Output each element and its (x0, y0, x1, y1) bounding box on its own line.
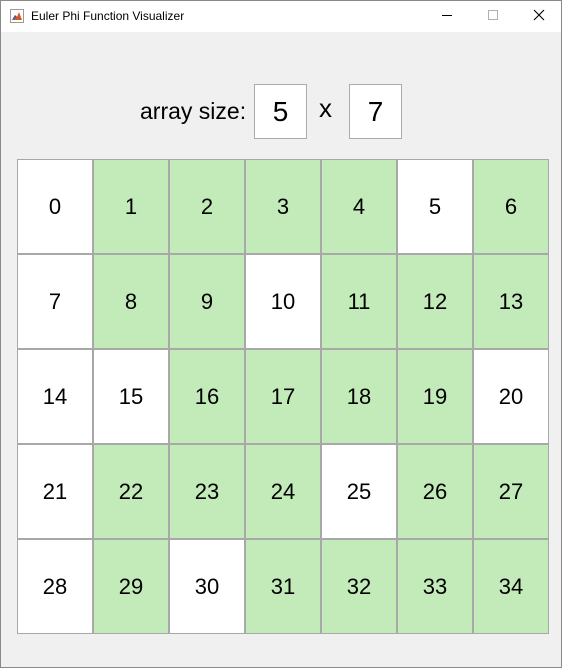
title-bar[interactable]: Euler Phi Function Visualizer (1, 1, 561, 32)
grid-cell[interactable]: 30 (169, 539, 245, 634)
grid-cell[interactable]: 32 (321, 539, 397, 634)
array-size-label: array size: (140, 98, 247, 124)
maximize-button[interactable] (470, 1, 516, 32)
matlab-icon (10, 9, 24, 23)
grid-cell[interactable]: 2 (169, 159, 245, 254)
size-separator: x (319, 93, 332, 123)
grid-cell[interactable]: 0 (17, 159, 93, 254)
grid-cell[interactable]: 34 (473, 539, 549, 634)
cols-input[interactable]: 7 (349, 84, 402, 139)
grid-cell[interactable]: 16 (169, 349, 245, 444)
close-icon (533, 8, 545, 26)
grid-cell[interactable]: 31 (245, 539, 321, 634)
maximize-icon (487, 8, 499, 26)
grid-cell[interactable]: 12 (397, 254, 473, 349)
number-grid: 0 1 2 3 4 5 6 7 8 9 10 11 12 13 14 15 16 17 18 19 20 21 22 23 24… (17, 159, 549, 635)
grid-cell[interactable]: 19 (397, 349, 473, 444)
grid-cell[interactable]: 7 (17, 254, 93, 349)
rows-input[interactable]: 5 (254, 84, 307, 139)
grid-cell[interactable]: 28 (17, 539, 93, 634)
grid-cell[interactable]: 20 (473, 349, 549, 444)
grid-cell[interactable]: 17 (245, 349, 321, 444)
grid-cell[interactable]: 8 (93, 254, 169, 349)
close-button[interactable] (516, 1, 562, 32)
minimize-icon (441, 8, 453, 26)
grid-cell[interactable]: 11 (321, 254, 397, 349)
grid-cell[interactable]: 27 (473, 444, 549, 539)
grid-cell[interactable]: 18 (321, 349, 397, 444)
grid-cell[interactable]: 9 (169, 254, 245, 349)
grid-cell[interactable]: 33 (397, 539, 473, 634)
grid-cell[interactable]: 13 (473, 254, 549, 349)
grid-cell[interactable]: 10 (245, 254, 321, 349)
grid-cell[interactable]: 26 (397, 444, 473, 539)
grid-cell[interactable]: 15 (93, 349, 169, 444)
grid-cell[interactable]: 1 (93, 159, 169, 254)
grid-cell[interactable]: 29 (93, 539, 169, 634)
grid-cell[interactable]: 22 (93, 444, 169, 539)
grid-cell[interactable]: 23 (169, 444, 245, 539)
window-title: Euler Phi Function Visualizer (31, 9, 185, 23)
grid-cell[interactable]: 25 (321, 444, 397, 539)
grid-cell[interactable]: 4 (321, 159, 397, 254)
grid-cell[interactable]: 14 (17, 349, 93, 444)
grid-cell[interactable]: 24 (245, 444, 321, 539)
minimize-button[interactable] (424, 1, 470, 32)
grid-cell[interactable]: 6 (473, 159, 549, 254)
grid-cell[interactable]: 5 (397, 159, 473, 254)
grid-cell[interactable]: 3 (245, 159, 321, 254)
grid-cell[interactable]: 21 (17, 444, 93, 539)
app-window: Euler Phi Function Visualizer array size… (0, 0, 562, 668)
